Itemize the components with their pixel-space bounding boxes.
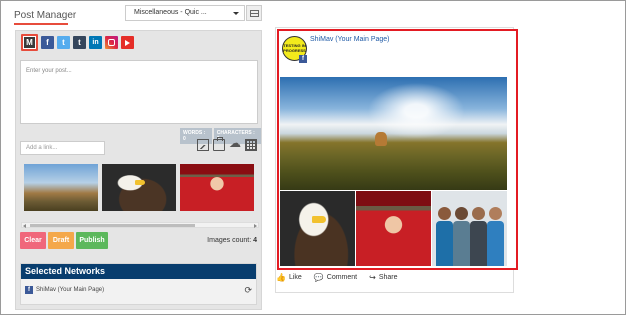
share-label: Share bbox=[378, 274, 398, 281]
preview-page-name[interactable]: ShiMav (Your Main Page) bbox=[310, 36, 390, 43]
instagram-icon[interactable] bbox=[105, 36, 118, 49]
images-count-label: Images count: bbox=[207, 237, 252, 244]
thumbnail-graduate[interactable] bbox=[180, 164, 254, 211]
facebook-icon: f bbox=[299, 55, 307, 63]
comment-icon: 💬 bbox=[313, 273, 324, 282]
category-select-value: Miscellaneous - Quic ... bbox=[134, 9, 207, 16]
facebook-icon: f bbox=[25, 286, 33, 294]
draft-button[interactable]: Draft bbox=[48, 232, 74, 249]
image-thumbnails bbox=[24, 164, 254, 211]
thumbs-up-icon: 👍 bbox=[276, 273, 286, 282]
clear-button[interactable]: Clear bbox=[20, 232, 46, 249]
images-count: Images count: 4 bbox=[207, 237, 257, 244]
preview-image-cartoon bbox=[432, 191, 507, 266]
preview-image-graduate bbox=[356, 191, 431, 266]
linkedin-icon[interactable]: in bbox=[89, 36, 102, 49]
scroll-right-icon[interactable] bbox=[254, 224, 257, 228]
thumbnail-eagle[interactable] bbox=[102, 164, 176, 211]
page-title: Post Manager bbox=[14, 10, 77, 21]
briefcase-icon[interactable] bbox=[213, 137, 225, 151]
composer-panel: M f t t in Enter your post... WORDS : 0 … bbox=[15, 30, 262, 310]
calendar-button[interactable] bbox=[246, 5, 262, 21]
share-icon: ↪ bbox=[369, 273, 376, 282]
publish-button[interactable]: Publish bbox=[76, 232, 108, 249]
scroll-left-icon[interactable] bbox=[23, 224, 26, 228]
comment-button[interactable]: 💬 Comment bbox=[314, 273, 357, 282]
link-input[interactable]: Add a link... bbox=[20, 141, 105, 155]
m-icon[interactable]: M bbox=[21, 34, 38, 51]
preview-actions: 👍 Like 💬 Comment ↪ Share bbox=[276, 273, 398, 282]
post-textarea[interactable]: Enter your post... bbox=[20, 60, 258, 124]
like-button[interactable]: 👍 Like bbox=[276, 273, 302, 282]
network-item-label: ShiMav (Your Main Page) bbox=[36, 287, 105, 293]
grid-icon[interactable] bbox=[245, 139, 257, 151]
share-button[interactable]: ↪ Share bbox=[369, 273, 397, 282]
comment-label: Comment bbox=[326, 274, 358, 281]
selected-networks-title: Selected Networks bbox=[21, 264, 256, 279]
thumbnail-landscape[interactable] bbox=[24, 164, 98, 211]
category-select[interactable]: Miscellaneous - Quic ... bbox=[125, 5, 245, 21]
network-item[interactable]: f ShiMav (Your Main Page) bbox=[25, 286, 104, 294]
media-tools bbox=[197, 137, 257, 151]
tumblr-icon[interactable]: t bbox=[73, 36, 86, 49]
social-network-row: M f t t in bbox=[21, 34, 134, 51]
chevron-down-icon bbox=[233, 12, 239, 15]
twitter-icon[interactable]: t bbox=[57, 36, 70, 49]
images-count-value: 4 bbox=[253, 237, 257, 244]
scroll-thumb[interactable] bbox=[30, 224, 195, 227]
facebook-icon[interactable]: f bbox=[41, 36, 54, 49]
preview-main-image bbox=[280, 77, 507, 190]
thumbnail-scrollbar[interactable] bbox=[21, 222, 259, 228]
selected-networks: Selected Networks f ShiMav (Your Main Pa… bbox=[20, 263, 257, 305]
like-label: Like bbox=[288, 274, 302, 281]
cloud-upload-icon[interactable] bbox=[229, 137, 241, 151]
refresh-icon[interactable]: ⟳ bbox=[244, 285, 252, 296]
calendar-icon bbox=[250, 10, 259, 17]
preview-image-eagle bbox=[280, 191, 355, 266]
image-icon[interactable] bbox=[197, 139, 209, 151]
title-underline bbox=[14, 23, 68, 25]
youtube-icon[interactable] bbox=[121, 36, 134, 49]
